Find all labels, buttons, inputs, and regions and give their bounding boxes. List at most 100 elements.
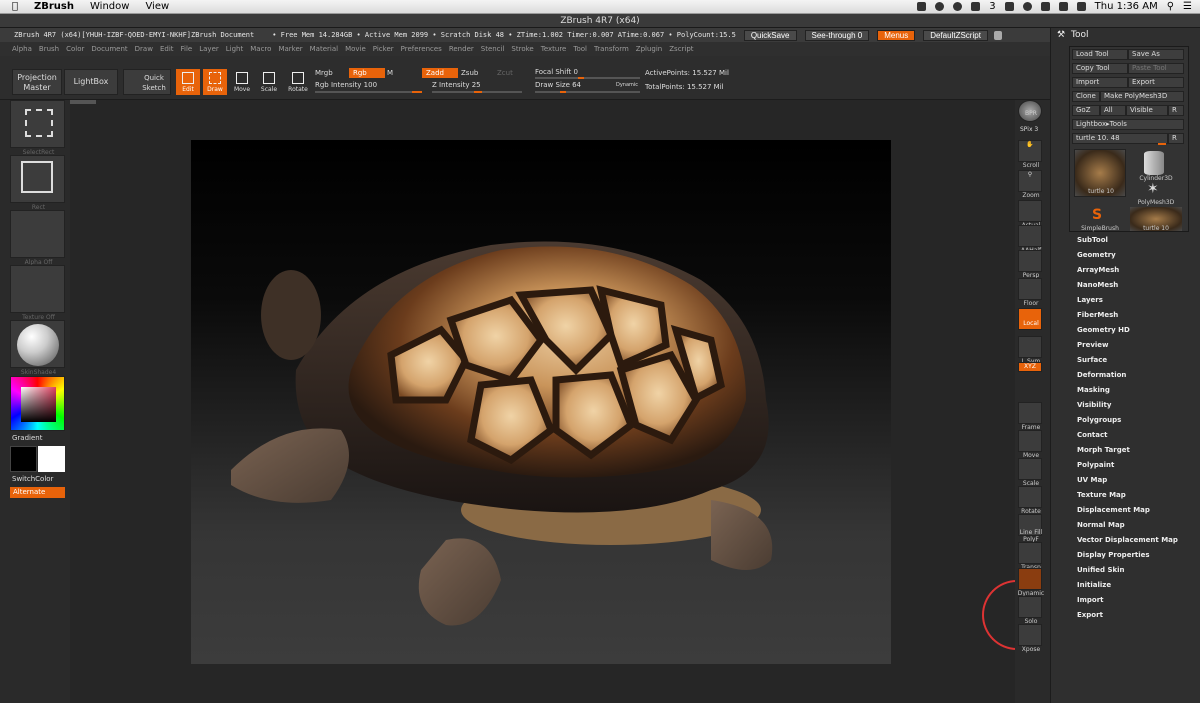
main-color-swatch[interactable] <box>38 446 65 472</box>
export-button[interactable]: Export <box>1128 77 1184 88</box>
move-view-button[interactable]: Move <box>1018 430 1042 459</box>
goz-all-button[interactable]: All <box>1100 105 1126 116</box>
goz-button[interactable]: GoZ <box>1072 105 1100 116</box>
menus-button[interactable]: Menus <box>877 29 916 41</box>
subpalette-export[interactable]: Export <box>1077 611 1103 619</box>
tool-palette-title[interactable]: ⚒ Tool <box>1051 28 1200 42</box>
screen-icon[interactable] <box>917 2 927 11</box>
clock-icon[interactable] <box>953 2 963 11</box>
load-tool-button[interactable]: Load Tool <box>1072 49 1128 60</box>
current-tool-slider[interactable]: turtle 10. 48 <box>1072 133 1168 144</box>
actual-button[interactable]: Actual <box>1018 200 1042 229</box>
menu-texture[interactable]: Texture <box>541 45 567 53</box>
menu-draw[interactable]: Draw <box>135 45 153 53</box>
subpalette-vector-displacement-map[interactable]: Vector Displacement Map <box>1077 536 1178 544</box>
menu-picker[interactable]: Picker <box>373 45 394 53</box>
subpalette-deformation[interactable]: Deformation <box>1077 371 1126 379</box>
goz-visible-button[interactable]: Visible <box>1126 105 1168 116</box>
menu-color[interactable]: Color <box>66 45 84 53</box>
cloud-icon[interactable] <box>1004 2 1014 11</box>
menu-stencil[interactable]: Stencil <box>481 45 505 53</box>
spotlight-icon[interactable]: ⚲ <box>1167 1 1174 12</box>
quick-sketch-button[interactable]: Quick Sketch <box>123 69 171 95</box>
aahalf-button[interactable]: AAHalf <box>1018 225 1042 254</box>
subpalette-morph-target[interactable]: Morph Target <box>1077 446 1130 454</box>
dynamic-persp-button[interactable]: Dynamic <box>1018 568 1044 597</box>
rotate-button[interactable]: Rotate <box>286 69 310 95</box>
quicksave-button[interactable]: QuickSave <box>743 29 797 41</box>
draw-button[interactable]: Draw <box>203 69 227 95</box>
spix-label[interactable]: SPix 3 <box>1020 126 1038 133</box>
menu-transform[interactable]: Transform <box>594 45 629 53</box>
m-button[interactable]: M <box>387 69 393 77</box>
subpalette-initialize[interactable]: Initialize <box>1077 581 1111 589</box>
subpalette-polypaint[interactable]: Polypaint <box>1077 461 1114 469</box>
subpalette-arraymesh[interactable]: ArrayMesh <box>1077 266 1119 274</box>
projection-master-button[interactable]: Projection Master <box>12 69 62 95</box>
material-button[interactable]: SkinShade4 <box>10 320 65 376</box>
subpalette-subtool[interactable]: SubTool <box>1077 236 1108 244</box>
secondary-color-swatch[interactable] <box>10 446 37 472</box>
stroke-button[interactable]: Rect <box>10 155 65 211</box>
xpose-button[interactable]: Xpose <box>1018 624 1042 653</box>
menu-stroke[interactable]: Stroke <box>511 45 533 53</box>
draw-size-knob[interactable] <box>560 91 566 93</box>
turtle-model[interactable] <box>191 140 891 664</box>
tool-thumb-turtle[interactable]: turtle 10 <box>1074 149 1126 197</box>
menu-preferences[interactable]: Preferences <box>401 45 442 53</box>
lightbox-button[interactable]: LightBox <box>64 69 118 95</box>
persp-button[interactable]: Persp <box>1018 250 1042 279</box>
goz-r-button[interactable]: R <box>1168 105 1184 116</box>
copy-tool-button[interactable]: Copy Tool <box>1072 63 1128 74</box>
make-polymesh-button[interactable]: Make PolyMesh3D <box>1100 91 1184 102</box>
local-button[interactable]: Local <box>1018 308 1042 330</box>
xyz-button[interactable]: XYZ <box>1018 362 1042 372</box>
rgb-intensity-slider[interactable] <box>315 91 422 93</box>
subpalette-contact[interactable]: Contact <box>1077 431 1108 439</box>
polyf-button[interactable]: Line Fill PolyF <box>1018 514 1042 543</box>
rgb-intensity-knob[interactable] <box>412 91 422 93</box>
bpr-button[interactable]: BPR <box>1018 100 1042 122</box>
color-picker[interactable] <box>10 376 65 431</box>
import-button[interactable]: Import <box>1072 77 1128 88</box>
menu-render[interactable]: Render <box>449 45 474 53</box>
menu-zscript[interactable]: Zscript <box>669 45 693 53</box>
apple-icon[interactable]:  <box>12 1 24 12</box>
texture-button[interactable]: Texture Off <box>10 265 65 321</box>
menubar-view[interactable]: View <box>145 1 169 12</box>
menu-tool[interactable]: Tool <box>573 45 587 53</box>
menubar-app[interactable]: ZBrush <box>34 1 74 12</box>
subpalette-surface[interactable]: Surface <box>1077 356 1107 364</box>
scroll-button[interactable]: ✋ Scroll <box>1018 140 1042 169</box>
subpalette-visibility[interactable]: Visibility <box>1077 401 1111 409</box>
zadd-button[interactable]: Zadd <box>422 68 458 78</box>
solo-button[interactable]: Solo <box>1018 596 1042 625</box>
zoom-button[interactable]: ⚲ Zoom <box>1018 170 1042 199</box>
polymesh3d-icon[interactable]: ✶ <box>1147 181 1159 197</box>
subpalette-uv-map[interactable]: UV Map <box>1077 476 1107 484</box>
seethrough-slider[interactable]: See-through 0 <box>804 29 870 41</box>
scale-view-button[interactable]: Scale <box>1018 458 1042 487</box>
transp-button[interactable]: Transp <box>1018 542 1042 571</box>
menu-zplugin[interactable]: Zplugin <box>636 45 662 53</box>
canvas-scroll-tab[interactable] <box>70 100 96 104</box>
alternate-button[interactable]: Alternate <box>10 487 65 498</box>
subpalette-geometry[interactable]: Geometry <box>1077 251 1116 259</box>
zsub-button[interactable]: Zsub <box>461 69 478 77</box>
color-field[interactable] <box>21 387 56 422</box>
simplebrush-icon[interactable]: S <box>1092 207 1102 223</box>
cylinder3d-icon[interactable] <box>1144 151 1164 175</box>
subpalette-texture-map[interactable]: Texture Map <box>1077 491 1126 499</box>
current-tool-knob[interactable] <box>1158 143 1166 145</box>
subpalette-unified-skin[interactable]: Unified Skin <box>1077 566 1125 574</box>
save-as-button[interactable]: Save As <box>1128 49 1184 60</box>
sync-icon[interactable] <box>935 2 945 11</box>
floor-button[interactable]: Floor <box>1018 278 1042 307</box>
document-canvas[interactable] <box>191 140 891 664</box>
subpalette-masking[interactable]: Masking <box>1077 386 1110 394</box>
frame-button[interactable]: Frame <box>1018 402 1042 431</box>
switchcolor-button[interactable]: SwitchColor <box>12 475 53 483</box>
draw-size-slider[interactable] <box>535 91 640 93</box>
list-icon[interactable]: ☰ <box>1183 1 1192 12</box>
paste-tool-button[interactable]: Paste Tool <box>1128 63 1184 74</box>
